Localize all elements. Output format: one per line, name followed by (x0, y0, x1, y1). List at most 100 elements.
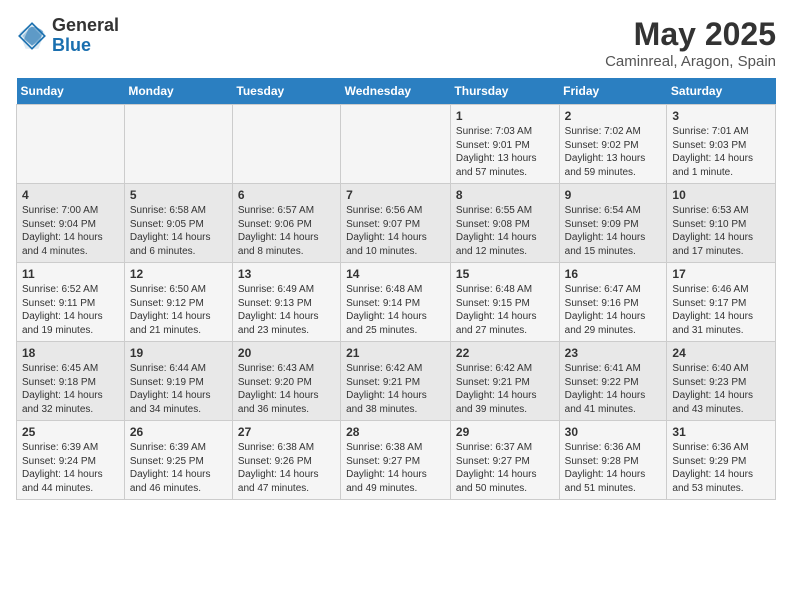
subtitle: Caminreal, Aragon, Spain (605, 53, 776, 70)
day-info: Sunrise: 6:36 AM Sunset: 9:28 PM Dayligh… (565, 441, 662, 495)
calendar-cell: 19 Sunrise: 6:44 AM Sunset: 9:19 PM Dayli… (124, 342, 232, 421)
calendar-cell (232, 105, 340, 184)
day-info: Sunrise: 6:42 AM Sunset: 9:21 PM Dayligh… (346, 362, 445, 416)
day-number: 23 (565, 346, 662, 360)
day-info: Sunrise: 6:41 AM Sunset: 9:22 PM Dayligh… (565, 362, 662, 416)
header-cell-sunday: Sunday (17, 78, 125, 105)
day-number: 16 (565, 267, 662, 281)
day-number: 18 (22, 346, 119, 360)
calendar-cell: 23 Sunrise: 6:41 AM Sunset: 9:22 PM Dayli… (559, 342, 667, 421)
calendar-cell: 29Sunrise: 6:37 AM Sunset: 9:27 PM Dayli… (450, 421, 559, 500)
day-info: Sunrise: 6:53 AM Sunset: 9:10 PM Dayligh… (672, 204, 770, 258)
day-number: 6 (238, 188, 335, 202)
header-cell-saturday: Saturday (667, 78, 776, 105)
day-info: Sunrise: 6:38 AM Sunset: 9:26 PM Dayligh… (238, 441, 335, 495)
calendar-cell: 27Sunrise: 6:38 AM Sunset: 9:26 PM Dayli… (232, 421, 340, 500)
day-info: Sunrise: 6:46 AM Sunset: 9:17 PM Dayligh… (672, 283, 770, 337)
page-header: General Blue May 2025 Caminreal, Aragon,… (16, 16, 776, 70)
day-info: Sunrise: 6:48 AM Sunset: 9:14 PM Dayligh… (346, 283, 445, 337)
day-number: 2 (565, 109, 662, 123)
calendar-table: SundayMondayTuesdayWednesdayThursdayFrid… (16, 78, 776, 500)
day-number: 14 (346, 267, 445, 281)
day-number: 19 (130, 346, 227, 360)
calendar-cell: 10 Sunrise: 6:53 AM Sunset: 9:10 PM Dayli… (667, 184, 776, 263)
calendar-cell: 7 Sunrise: 6:56 AM Sunset: 9:07 PM Daylig… (341, 184, 451, 263)
calendar-cell: 20Sunrise: 6:43 AM Sunset: 9:20 PM Dayli… (232, 342, 340, 421)
day-info: Sunrise: 6:39 AM Sunset: 9:24 PM Dayligh… (22, 441, 119, 495)
day-info: Sunrise: 6:47 AM Sunset: 9:16 PM Dayligh… (565, 283, 662, 337)
calendar-cell: 12Sunrise: 6:50 AM Sunset: 9:12 PM Dayli… (124, 263, 232, 342)
day-info: Sunrise: 6:39 AM Sunset: 9:25 PM Dayligh… (130, 441, 227, 495)
day-info: Sunrise: 6:42 AM Sunset: 9:21 PM Dayligh… (456, 362, 554, 416)
day-info: Sunrise: 7:01 AM Sunset: 9:03 PM Dayligh… (672, 125, 770, 179)
logo-blue: Blue (52, 36, 119, 56)
calendar-cell: 17Sunrise: 6:46 AM Sunset: 9:17 PM Dayli… (667, 263, 776, 342)
day-info: Sunrise: 6:58 AM Sunset: 9:05 PM Dayligh… (130, 204, 227, 258)
day-number: 22 (456, 346, 554, 360)
header-cell-thursday: Thursday (450, 78, 559, 105)
calendar-cell: 15 Sunrise: 6:48 AM Sunset: 9:15 PM Dayli… (450, 263, 559, 342)
logo: General Blue (16, 16, 119, 56)
header-cell-monday: Monday (124, 78, 232, 105)
calendar-cell: 11Sunrise: 6:52 AM Sunset: 9:11 PM Dayli… (17, 263, 125, 342)
day-number: 20 (238, 346, 335, 360)
calendar-cell: 3 Sunrise: 7:01 AM Sunset: 9:03 PM Daylig… (667, 105, 776, 184)
week-row-2: 4 Sunrise: 7:00 AM Sunset: 9:04 PM Daylig… (17, 184, 776, 263)
day-number: 15 (456, 267, 554, 281)
day-number: 25 (22, 425, 119, 439)
day-number: 13 (238, 267, 335, 281)
day-number: 8 (456, 188, 554, 202)
week-row-3: 11Sunrise: 6:52 AM Sunset: 9:11 PM Dayli… (17, 263, 776, 342)
day-info: Sunrise: 6:57 AM Sunset: 9:06 PM Dayligh… (238, 204, 335, 258)
day-number: 7 (346, 188, 445, 202)
day-number: 26 (130, 425, 227, 439)
day-number: 24 (672, 346, 770, 360)
day-number: 3 (672, 109, 770, 123)
calendar-cell: 5 Sunrise: 6:58 AM Sunset: 9:05 PM Daylig… (124, 184, 232, 263)
day-number: 10 (672, 188, 770, 202)
day-info: Sunrise: 6:48 AM Sunset: 9:15 PM Dayligh… (456, 283, 554, 337)
calendar-cell: 4 Sunrise: 7:00 AM Sunset: 9:04 PM Daylig… (17, 184, 125, 263)
day-number: 1 (456, 109, 554, 123)
calendar-cell: 22 Sunrise: 6:42 AM Sunset: 9:21 PM Dayli… (450, 342, 559, 421)
calendar-cell (124, 105, 232, 184)
day-info: Sunrise: 6:38 AM Sunset: 9:27 PM Dayligh… (346, 441, 445, 495)
calendar-cell: 8Sunrise: 6:55 AM Sunset: 9:08 PM Daylig… (450, 184, 559, 263)
day-info: Sunrise: 6:45 AM Sunset: 9:18 PM Dayligh… (22, 362, 119, 416)
calendar-cell: 21Sunrise: 6:42 AM Sunset: 9:21 PM Dayli… (341, 342, 451, 421)
logo-icon (16, 20, 48, 52)
day-info: Sunrise: 6:54 AM Sunset: 9:09 PM Dayligh… (565, 204, 662, 258)
week-row-5: 25 Sunrise: 6:39 AM Sunset: 9:24 PM Dayli… (17, 421, 776, 500)
day-info: Sunrise: 6:52 AM Sunset: 9:11 PM Dayligh… (22, 283, 119, 337)
day-info: Sunrise: 7:00 AM Sunset: 9:04 PM Dayligh… (22, 204, 119, 258)
week-row-1: 1 Sunrise: 7:03 AM Sunset: 9:01 PM Daylig… (17, 105, 776, 184)
logo-text: General Blue (52, 16, 119, 56)
day-number: 4 (22, 188, 119, 202)
day-info: Sunrise: 7:02 AM Sunset: 9:02 PM Dayligh… (565, 125, 662, 179)
header-cell-wednesday: Wednesday (341, 78, 451, 105)
day-info: Sunrise: 6:56 AM Sunset: 9:07 PM Dayligh… (346, 204, 445, 258)
calendar-cell: 16 Sunrise: 6:47 AM Sunset: 9:16 PM Dayli… (559, 263, 667, 342)
day-info: Sunrise: 6:50 AM Sunset: 9:12 PM Dayligh… (130, 283, 227, 337)
calendar-cell: 31 Sunrise: 6:36 AM Sunset: 9:29 PM Dayli… (667, 421, 776, 500)
calendar-cell: 26 Sunrise: 6:39 AM Sunset: 9:25 PM Dayli… (124, 421, 232, 500)
main-title: May 2025 (605, 16, 776, 53)
calendar-cell (17, 105, 125, 184)
calendar-cell: 2 Sunrise: 7:02 AM Sunset: 9:02 PM Daylig… (559, 105, 667, 184)
calendar-cell: 24 Sunrise: 6:40 AM Sunset: 9:23 PM Dayli… (667, 342, 776, 421)
day-number: 29 (456, 425, 554, 439)
header-cell-tuesday: Tuesday (232, 78, 340, 105)
calendar-cell: 13Sunrise: 6:49 AM Sunset: 9:13 PM Dayli… (232, 263, 340, 342)
day-info: Sunrise: 6:40 AM Sunset: 9:23 PM Dayligh… (672, 362, 770, 416)
day-info: Sunrise: 6:36 AM Sunset: 9:29 PM Dayligh… (672, 441, 770, 495)
logo-general: General (52, 16, 119, 36)
week-row-4: 18 Sunrise: 6:45 AM Sunset: 9:18 PM Dayli… (17, 342, 776, 421)
day-info: Sunrise: 7:03 AM Sunset: 9:01 PM Dayligh… (456, 125, 554, 179)
calendar-cell: 9Sunrise: 6:54 AM Sunset: 9:09 PM Daylig… (559, 184, 667, 263)
header-cell-friday: Friday (559, 78, 667, 105)
title-block: May 2025 Caminreal, Aragon, Spain (605, 16, 776, 70)
calendar-cell: 28Sunrise: 6:38 AM Sunset: 9:27 PM Dayli… (341, 421, 451, 500)
day-number: 31 (672, 425, 770, 439)
day-info: Sunrise: 6:44 AM Sunset: 9:19 PM Dayligh… (130, 362, 227, 416)
day-number: 5 (130, 188, 227, 202)
